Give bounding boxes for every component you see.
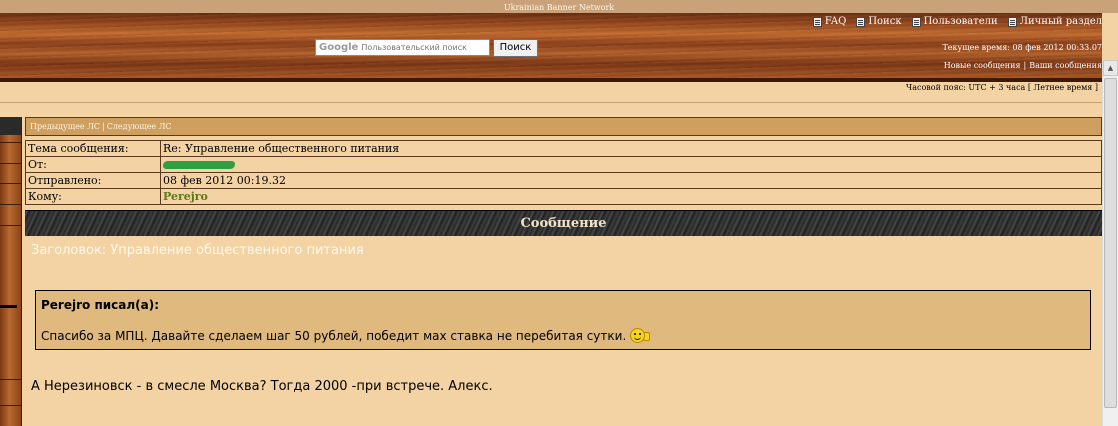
current-time: Текущее время: 08 фев 2012 00:33.07 [942, 43, 1102, 52]
nav-profile-label: Личный раздел [1019, 16, 1102, 27]
sent-label: Отправлено: [25, 172, 161, 189]
smiley-icon [630, 328, 646, 343]
table-row: Кому: Perejro [25, 188, 1102, 205]
nav-search-label: Поиск [868, 16, 902, 27]
vertical-scrollbar[interactable]: ▲ [1102, 60, 1118, 426]
users-icon [911, 16, 921, 27]
message-header: Сообщение [25, 210, 1102, 236]
table-row: От: [25, 156, 1102, 173]
top-navigation: FAQ Поиск Пользователи Личный раздел [812, 16, 1102, 27]
nav-faq-label: FAQ [824, 16, 847, 27]
top-strip: Ukrainian Banner Network [0, 0, 1118, 13]
sidebar-divider [0, 163, 21, 164]
subject-value: Re: Управление общественного питания [160, 140, 1102, 157]
link-separator: | [1023, 61, 1027, 70]
quote-block: Perejro писал(а): Спасибо за МПЦ. Давайт… [35, 290, 1091, 350]
your-messages-link[interactable]: Ваши сообщения [1029, 61, 1102, 70]
from-value [160, 156, 1102, 173]
sidebar-divider [0, 183, 21, 184]
sidebar-divider [0, 405, 21, 406]
redacted-sender [162, 161, 236, 169]
table-row: Тема сообщения: Re: Управление обществен… [25, 140, 1102, 157]
google-logo: Google [319, 42, 359, 53]
timezone-bar: Часовой пояс: UTC + 3 часа [ Летнее врем… [0, 82, 1102, 103]
left-sidebar [0, 117, 22, 426]
sidebar-top-block [0, 117, 21, 135]
sent-value: 08 фев 2012 00:19.32 [160, 172, 1102, 189]
recipient-link[interactable]: Perejro [163, 190, 208, 203]
profile-icon [1007, 16, 1017, 27]
to-value: Perejro [160, 188, 1102, 205]
sidebar-divider [0, 225, 21, 226]
custom-search-box[interactable]: Google [315, 39, 490, 56]
nav-users-label: Пользователи [923, 16, 998, 27]
next-pm-link[interactable]: Следующее ЛС [107, 122, 172, 131]
to-label: Кому: [25, 188, 161, 205]
subject-label: Тема сообщения: [25, 140, 161, 157]
pm-nav-separator: | [102, 122, 105, 131]
nav-users[interactable]: Пользователи [911, 16, 998, 27]
message-links: Новые сообщения | Ваши сообщения [944, 61, 1102, 70]
new-messages-link[interactable]: Новые сообщения [944, 61, 1021, 70]
sidebar-divider [0, 204, 21, 205]
timezone-text: Часовой пояс: UTC + 3 часа [ Летнее врем… [906, 83, 1098, 92]
message-header-title: Сообщение [520, 216, 607, 231]
reply-text: А Нерезиновск - в смесле Москва? Тогда 2… [31, 379, 493, 394]
from-label: От: [25, 156, 161, 173]
spacer [0, 104, 1102, 117]
quote-text-line: Спасибо за МПЦ. Давайте сделаем шаг 50 р… [41, 328, 651, 343]
sidebar-marker [0, 305, 17, 308]
quote-text: Спасибо за МПЦ. Давайте сделаем шаг 50 р… [41, 329, 627, 343]
pm-navigation: Предыдущее ЛС | Следующее ЛС [25, 117, 1102, 136]
pm-info-table: Тема сообщения: Re: Управление обществен… [25, 140, 1102, 205]
scroll-up-arrow-icon[interactable]: ▲ [1103, 60, 1118, 76]
search-icon [856, 16, 866, 27]
message-body: Заголовок: Управление общественного пита… [25, 236, 1102, 426]
search-button[interactable]: Поиск [493, 39, 538, 57]
nav-search[interactable]: Поиск [856, 16, 902, 27]
scroll-thumb[interactable] [1104, 78, 1117, 408]
sidebar-divider [0, 142, 21, 143]
message-subject: Заголовок: Управление общественного пита… [31, 243, 364, 258]
sidebar-divider [0, 379, 21, 380]
network-title: Ukrainian Banner Network [503, 3, 615, 12]
search-input[interactable] [361, 43, 489, 52]
nav-faq[interactable]: FAQ [812, 16, 847, 27]
faq-icon [812, 16, 822, 27]
nav-profile[interactable]: Личный раздел [1007, 16, 1102, 27]
table-row: Отправлено: 08 фев 2012 00:19.32 [25, 172, 1102, 189]
prev-pm-link[interactable]: Предыдущее ЛС [30, 122, 100, 131]
quote-author: Perejro писал(а): [41, 298, 160, 312]
